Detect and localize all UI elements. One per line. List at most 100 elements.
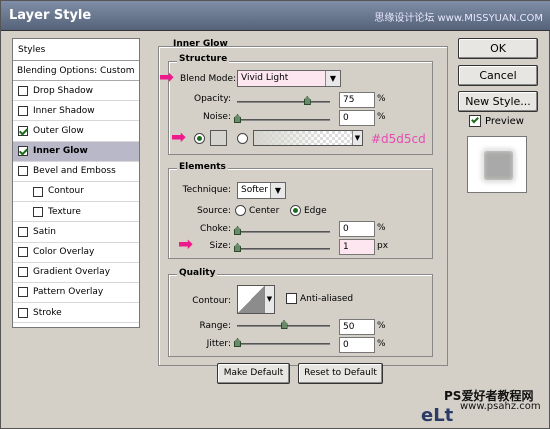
- source-label: Source:: [197, 206, 231, 216]
- noise-label: Noise:: [203, 112, 231, 122]
- technique-value: Softer: [241, 185, 268, 195]
- watermark-top: 思缘设计论坛 www.MISSYUAN.COM: [374, 13, 543, 24]
- gradient-picker[interactable]: ▼: [253, 130, 363, 146]
- cancel-button[interactable]: Cancel: [458, 65, 538, 86]
- chevron-down-icon: ▼: [325, 71, 340, 86]
- preview-swatch: [484, 151, 513, 180]
- style-item-label: Outer Glow: [33, 125, 84, 136]
- anti-aliased-checkbox[interactable]: [286, 293, 297, 304]
- gradient-radio[interactable]: [237, 133, 248, 144]
- style-item-inner-shadow[interactable]: Inner Shadow: [13, 101, 139, 122]
- styles-header[interactable]: Styles: [13, 39, 139, 61]
- style-item-gradient-overlay[interactable]: Gradient Overlay: [13, 263, 139, 283]
- style-item-label: Contour: [48, 186, 84, 197]
- style-item-label: Pattern Overlay: [33, 287, 104, 298]
- noise-slider-track[interactable]: [237, 119, 330, 121]
- chevron-down-icon: ▼: [270, 183, 285, 198]
- pointer-arrow-icon: ➡: [159, 67, 175, 88]
- chevron-down-icon: ▼: [352, 131, 362, 145]
- style-checkbox[interactable]: [18, 247, 28, 258]
- style-item-label: Drop Shadow: [33, 85, 94, 96]
- checkmark-icon: [471, 115, 479, 124]
- styles-list: Styles Blending Options: Custom Drop Sha…: [12, 38, 140, 328]
- ok-button[interactable]: OK: [458, 38, 538, 59]
- style-item-outer-glow[interactable]: Outer Glow: [13, 121, 139, 142]
- source-center-radio[interactable]: [235, 205, 246, 216]
- new-style-button[interactable]: New Style...: [458, 91, 538, 112]
- title-bar[interactable]: Layer Style 思缘设计论坛 www.MISSYUAN.COM: [1, 1, 550, 31]
- blend-mode-label: Blend Mode:: [180, 74, 237, 84]
- contour-curve-icon: [238, 286, 264, 313]
- watermark-logo: eLt: [421, 405, 454, 426]
- style-item-label: Bevel and Emboss: [33, 166, 116, 177]
- window-title: Layer Style: [9, 8, 92, 23]
- style-item-label: Stroke: [33, 307, 62, 318]
- blending-options[interactable]: Blending Options: Custom: [13, 61, 139, 81]
- make-default-button[interactable]: Make Default: [217, 363, 290, 384]
- watermark-url: www.psahz.com: [460, 401, 541, 412]
- style-checkbox[interactable]: [18, 287, 28, 298]
- anti-aliased-label: Anti-aliased: [300, 294, 354, 304]
- choke-unit: %: [377, 223, 386, 233]
- opacity-unit: %: [377, 94, 386, 104]
- style-checkbox[interactable]: [33, 206, 43, 217]
- style-item-contour[interactable]: Contour: [13, 182, 139, 203]
- style-checkbox[interactable]: [18, 267, 28, 278]
- style-preview: [467, 136, 527, 193]
- style-item-bevel-and-emboss[interactable]: Bevel and Emboss: [13, 162, 139, 182]
- style-item-pattern-overlay[interactable]: Pattern Overlay: [13, 283, 139, 304]
- quality-title: Quality: [177, 268, 218, 278]
- range-label: Range:: [199, 321, 231, 331]
- style-item-color-overlay[interactable]: Color Overlay: [13, 243, 139, 263]
- choke-slider-track[interactable]: [237, 231, 330, 233]
- style-item-texture[interactable]: Texture: [13, 202, 139, 223]
- style-checkbox[interactable]: [33, 186, 43, 197]
- preview-label: Preview: [485, 116, 524, 127]
- chevron-down-icon: ▼: [264, 286, 274, 313]
- source-edge-radio[interactable]: [290, 205, 301, 216]
- color-radio[interactable]: [194, 133, 205, 144]
- style-checkbox[interactable]: [18, 226, 28, 237]
- pointer-arrow-icon: ➡: [171, 127, 187, 148]
- opacity-input[interactable]: 75: [339, 92, 375, 108]
- blend-mode-value: Vivid Light: [241, 73, 289, 83]
- style-checkbox[interactable]: [18, 85, 28, 96]
- style-item-label: Texture: [48, 206, 81, 217]
- range-unit: %: [377, 321, 386, 331]
- reset-default-button[interactable]: Reset to Default: [298, 363, 383, 384]
- layer-style-dialog: Layer Style 思缘设计论坛 www.MISSYUAN.COM Styl…: [0, 0, 550, 429]
- style-item-stroke[interactable]: Stroke: [13, 303, 139, 324]
- choke-label: Choke:: [200, 224, 231, 234]
- glow-color-swatch[interactable]: [210, 130, 227, 146]
- range-input[interactable]: 50: [339, 319, 375, 335]
- blend-mode-select[interactable]: Vivid Light ▼: [237, 70, 341, 87]
- style-checkbox[interactable]: [18, 125, 28, 136]
- style-item-satin[interactable]: Satin: [13, 222, 139, 243]
- color-hex-label: #d5d5cd: [371, 132, 426, 146]
- technique-select[interactable]: Softer ▼: [237, 182, 286, 199]
- style-item-label: Inner Shadow: [33, 105, 95, 116]
- size-input[interactable]: 1: [339, 239, 375, 255]
- jitter-input[interactable]: 0: [339, 337, 375, 353]
- style-item-label: Gradient Overlay: [33, 267, 111, 278]
- choke-input[interactable]: 0: [339, 221, 375, 237]
- contour-picker[interactable]: ▼: [237, 285, 275, 314]
- source-center-label: Center: [249, 206, 280, 216]
- style-checkbox[interactable]: [18, 105, 28, 116]
- noise-input[interactable]: 0: [339, 110, 375, 126]
- style-item-inner-glow[interactable]: Inner Glow: [13, 141, 139, 162]
- jitter-label: Jitter:: [206, 339, 231, 349]
- size-slider-track[interactable]: [237, 248, 330, 250]
- style-item-label: Color Overlay: [33, 247, 95, 257]
- style-item-label: Satin: [33, 226, 56, 237]
- style-checkbox[interactable]: [18, 307, 28, 318]
- technique-label: Technique:: [182, 185, 231, 195]
- jitter-slider-track[interactable]: [237, 343, 330, 345]
- source-edge-label: Edge: [304, 206, 327, 216]
- style-checkbox[interactable]: [18, 166, 28, 177]
- style-checkbox[interactable]: [18, 146, 28, 157]
- structure-title: Structure: [177, 54, 230, 64]
- preview-checkbox[interactable]: [469, 115, 481, 127]
- style-item-drop-shadow[interactable]: Drop Shadow: [13, 81, 139, 102]
- opacity-slider-track[interactable]: [237, 101, 330, 103]
